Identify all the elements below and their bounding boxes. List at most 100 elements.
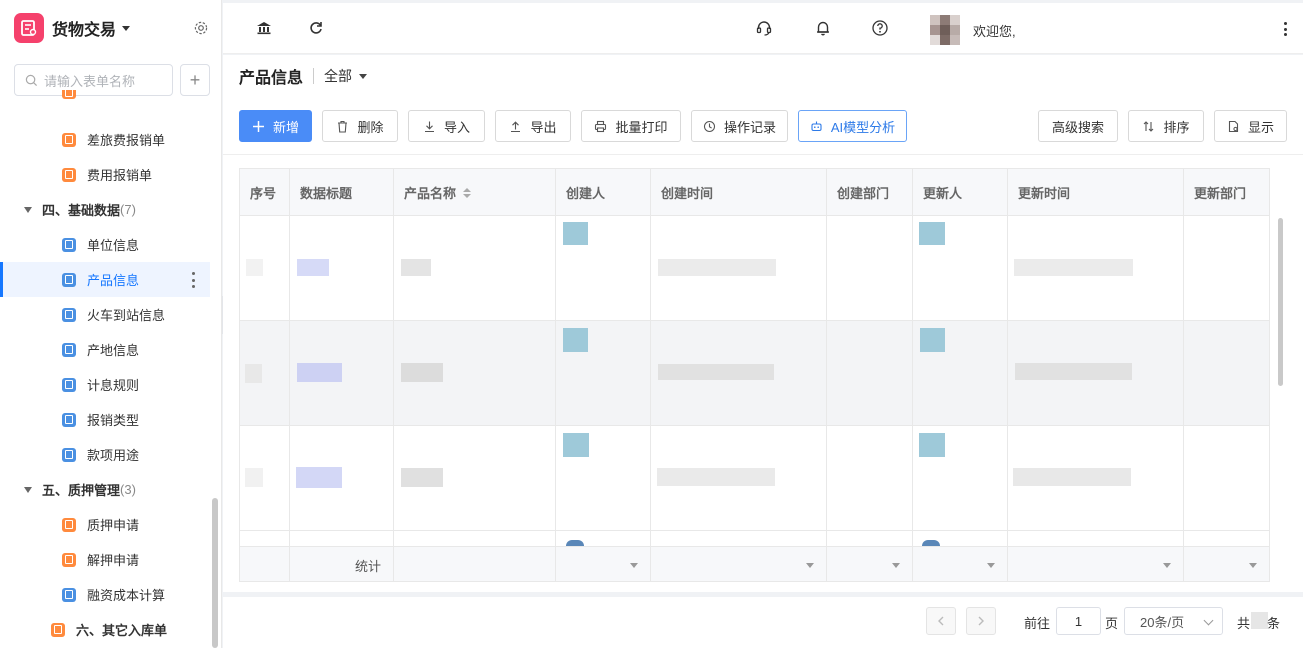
chevron-down-icon (806, 563, 814, 568)
summary-label: 统计 (354, 559, 381, 574)
delete-button-label: 删除 (357, 119, 384, 135)
column-header-updated-time: 更新时间 (1008, 169, 1184, 216)
chevron-down-icon (1249, 563, 1257, 568)
summary-select[interactable] (1184, 547, 1269, 581)
sidebar-item-payment-purpose[interactable]: 款项用途 (0, 437, 210, 472)
table-cell (827, 426, 913, 530)
new-button[interactable]: 新增 (239, 110, 312, 142)
more-options-icon[interactable] (192, 272, 196, 288)
plus-icon (252, 120, 264, 132)
advanced-search-button[interactable]: 高级搜索 (1038, 110, 1118, 142)
table-cell (913, 321, 1008, 425)
delete-button[interactable]: 删除 (322, 110, 398, 142)
robot-icon (811, 121, 822, 131)
column-header-index: 序号 (240, 169, 290, 216)
sort-icon (1144, 120, 1154, 132)
export-button[interactable]: 导出 (495, 110, 571, 142)
sidebar-item-interest-rules[interactable]: 计息规则 (0, 367, 210, 402)
column-header-label: 产品名称 (404, 186, 457, 201)
sidebar-item-label: 火车到站信息 (87, 308, 166, 323)
column-header-updated-dept: 更新部门 (1184, 169, 1269, 216)
sort-toggle-icon[interactable] (463, 187, 472, 198)
sidebar-item-origin-info[interactable]: 产地信息 (0, 332, 210, 367)
sidebar-item-label: 费用报销单 (87, 168, 153, 183)
summary-select[interactable] (651, 547, 827, 581)
table-cell (556, 426, 651, 530)
sidebar-item-pledge-apply[interactable]: 质押申请 (0, 507, 210, 542)
table-row[interactable] (240, 426, 1269, 531)
page-size-value: 20条/页 (1140, 614, 1185, 630)
summary-select[interactable] (556, 547, 651, 581)
table-scrollbar[interactable] (1278, 218, 1283, 386)
refresh-icon[interactable] (307, 19, 325, 37)
chevron-down-icon (892, 563, 900, 568)
ai-analysis-label: AI模型分析 (830, 119, 896, 135)
table-cell (290, 426, 394, 530)
chevron-down-icon (630, 563, 638, 568)
table-cell (290, 321, 394, 425)
app-switch-caret-icon[interactable] (122, 25, 131, 31)
welcome-text[interactable]: 欢迎您, (973, 21, 1016, 40)
gear-icon[interactable] (193, 20, 209, 36)
new-button-label: 新增 (272, 119, 299, 135)
sidebar-item-label: 报销类型 (87, 413, 140, 428)
operation-log-button[interactable]: 操作记录 (691, 110, 788, 142)
column-header-creator: 创建人 (556, 169, 651, 216)
sort-label: 排序 (1163, 119, 1190, 135)
sidebar-item-product-info[interactable]: 产品信息 (0, 262, 210, 297)
sidebar-item-financing-cost[interactable]: 融资成本计算 (0, 577, 210, 612)
sidebar-item-label: 产品信息 (87, 273, 140, 288)
summary-select[interactable] (827, 547, 913, 581)
expand-caret-icon[interactable] (24, 206, 32, 213)
prev-page-button[interactable] (926, 607, 956, 635)
app-title[interactable]: 货物交易 (52, 16, 116, 40)
summary-select[interactable] (913, 547, 1008, 581)
avatar[interactable] (930, 15, 960, 45)
sidebar-item-release-apply[interactable]: 解押申请 (0, 542, 210, 577)
sort-button[interactable]: 排序 (1128, 110, 1204, 142)
display-label: 显示 (1247, 119, 1274, 135)
ai-analysis-button[interactable]: AI模型分析 (798, 110, 907, 142)
expand-caret-icon[interactable] (24, 486, 32, 493)
table-row[interactable] (240, 216, 1269, 321)
operation-log-label: 操作记录 (723, 119, 776, 135)
form-icon (62, 167, 76, 182)
table-row[interactable] (240, 321, 1269, 426)
import-button[interactable]: 导入 (408, 110, 485, 142)
view-filter-select[interactable]: 全部 (324, 66, 352, 86)
more-menu-icon[interactable] (1284, 22, 1287, 36)
bell-icon[interactable] (814, 19, 832, 37)
page-number-input[interactable]: 1 (1056, 607, 1101, 635)
display-button[interactable]: 显示 (1214, 110, 1287, 142)
sidebar-item-label: 单位信息 (87, 238, 140, 253)
sidebar-item-other-inbound[interactable]: 六、其它入库单 (0, 612, 210, 647)
summary-select[interactable] (1008, 547, 1184, 581)
table-cell (556, 321, 651, 425)
chevron-left-icon (938, 616, 944, 626)
sidebar-group-basic-data[interactable]: 四、基础数据 (7) (0, 192, 210, 227)
table-cell (651, 321, 827, 425)
chevron-down-icon[interactable] (359, 73, 368, 79)
sidebar-item-travel-expense[interactable]: 差旅费报销单 (0, 122, 210, 157)
column-header-product-name[interactable]: 产品名称 (394, 169, 556, 216)
help-icon[interactable] (871, 19, 889, 37)
total-count-redacted (1251, 612, 1268, 629)
customer-service-icon[interactable] (755, 19, 773, 37)
form-icon (62, 342, 76, 357)
form-icon (62, 377, 76, 392)
table-cell (1184, 216, 1269, 320)
bank-icon[interactable] (255, 19, 273, 37)
sidebar-item-reimburse-type[interactable]: 报销类型 (0, 402, 210, 437)
sidebar-item-unit-info[interactable]: 单位信息 (0, 227, 210, 262)
table-cell (240, 216, 290, 320)
sidebar-item-partial[interactable] (0, 90, 210, 104)
next-page-button[interactable] (966, 607, 996, 635)
sidebar-item-label: 差旅费报销单 (87, 133, 166, 148)
batch-print-button[interactable]: 批量打印 (581, 110, 681, 142)
page-size-select[interactable]: 20条/页 (1124, 607, 1223, 635)
sidebar-item-train-arrival[interactable]: 火车到站信息 (0, 297, 210, 332)
sidebar-item-expense[interactable]: 费用报销单 (0, 157, 210, 192)
sidebar-scrollbar[interactable] (212, 498, 218, 648)
sidebar-group-pledge[interactable]: 五、质押管理 (3) (0, 472, 210, 507)
table-container: 序号 数据标题 产品名称 创建人 创建时间 创建部门 更新人 更新时间 更新部门 (223, 155, 1303, 592)
